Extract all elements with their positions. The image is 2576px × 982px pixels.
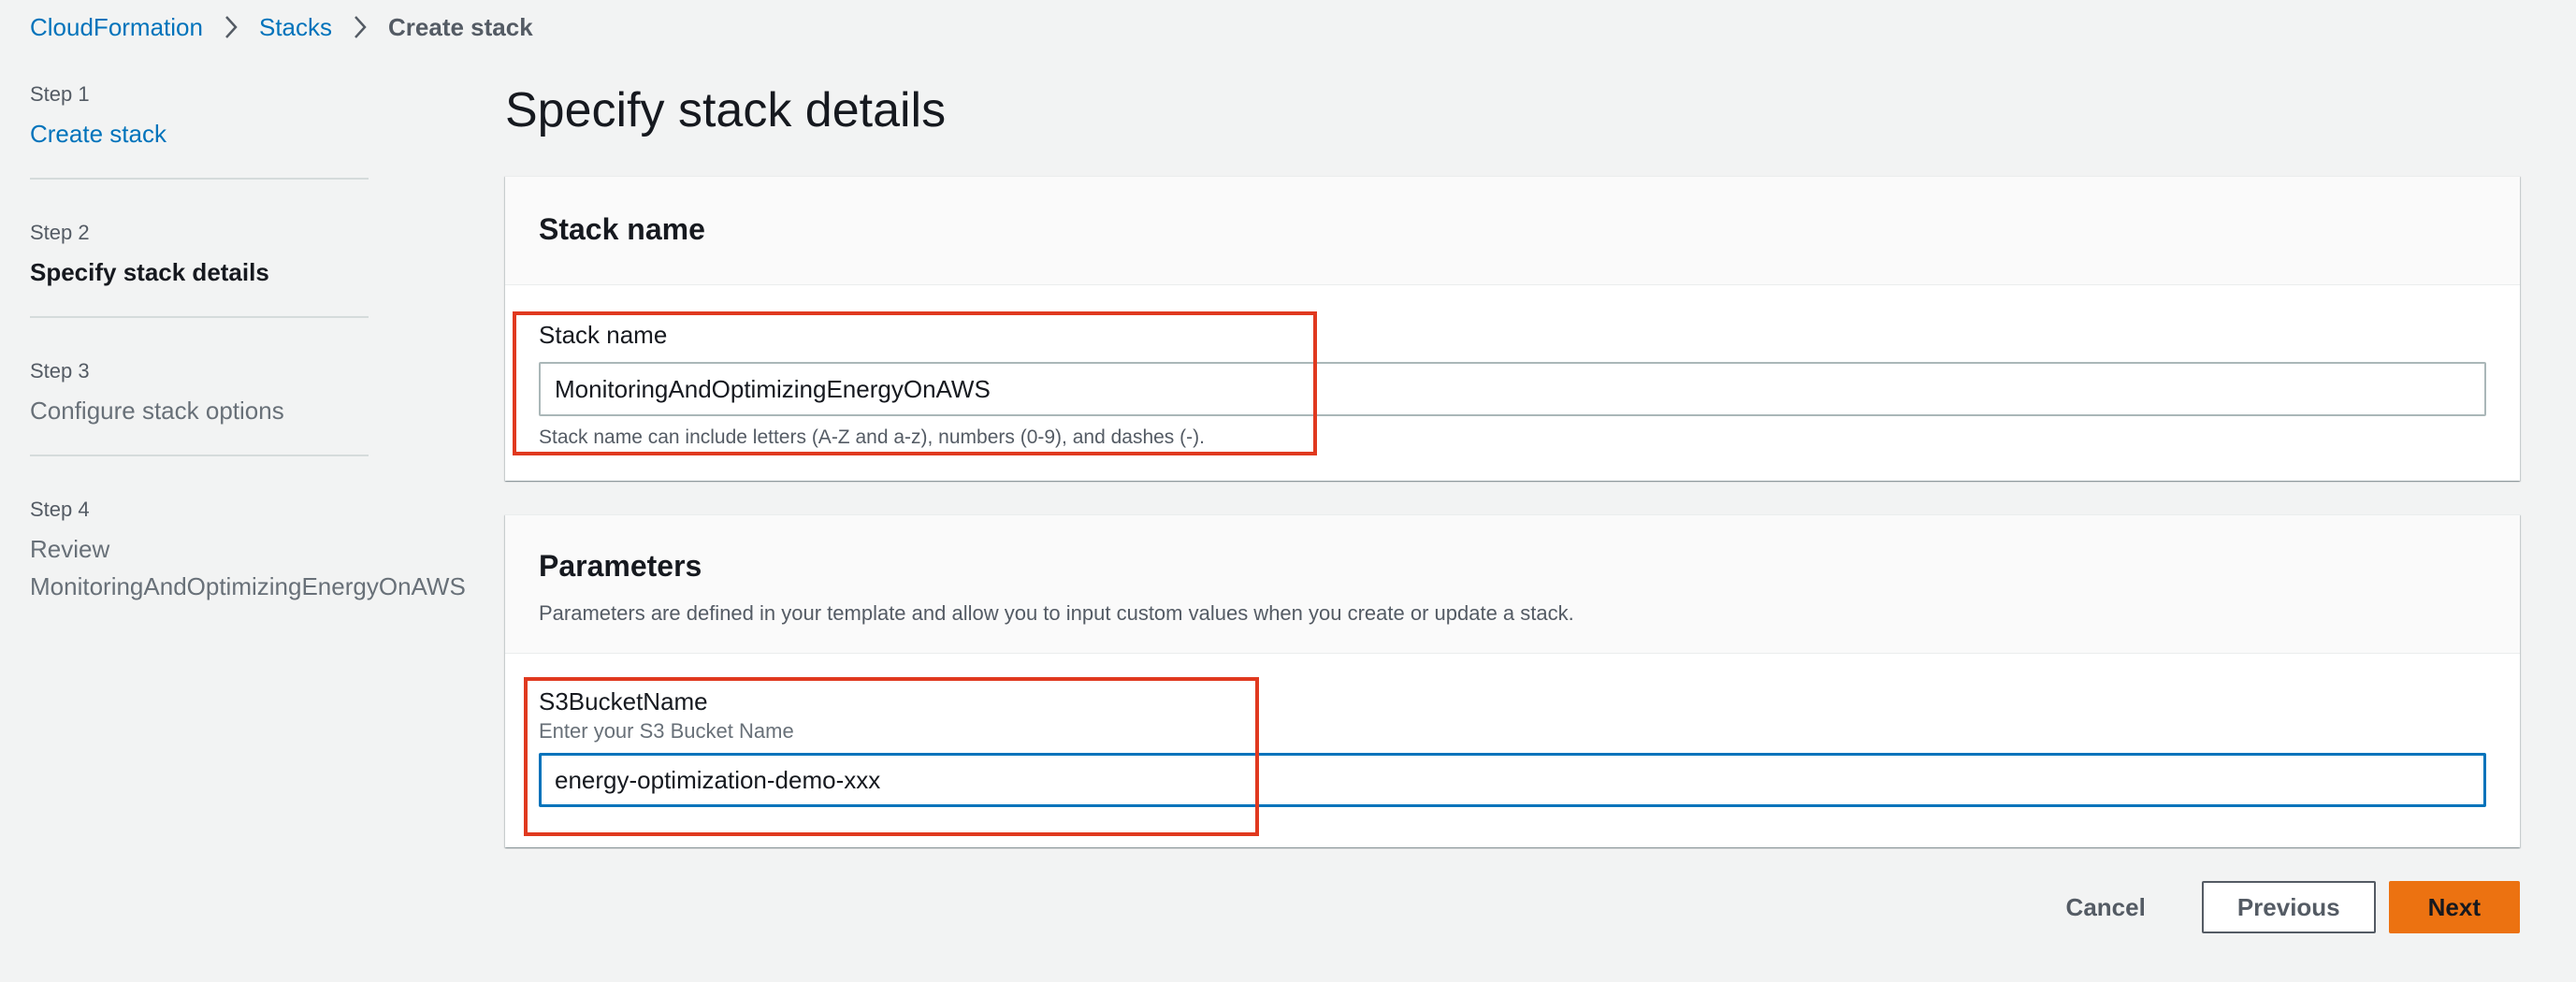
wizard-step-2: Step 2 Specify stack details [30,215,369,318]
next-button[interactable]: Next [2388,881,2520,933]
wizard-actions: Cancel Previous Next [2048,881,2520,933]
page-title: Specify stack details [505,83,947,137]
field-constraint: Stack name can include letters (A-Z and … [539,426,1205,448]
step-title-current: Specify stack details [30,258,269,286]
breadcrumb: CloudFormation Stacks Create stack [30,11,533,43]
previous-button[interactable]: Previous [2201,881,2376,933]
stack-name-field: Stack name MonitoringAndOptimizingEnergy… [539,319,2486,452]
field-label: S3BucketName [539,687,708,715]
breadcrumb-current: Create stack [388,12,533,41]
panel-title: Parameters [539,549,702,583]
panel-title: Stack name [539,212,705,246]
step-link-create-stack[interactable]: Create stack [30,116,369,152]
chevron-right-icon [353,15,368,39]
stack-name-panel: Stack name Stack name MonitoringAndOptim… [505,176,2520,481]
s3-bucket-name-input[interactable]: energy-optimization-demo-xxx [539,753,2486,807]
step-number: Step 4 [30,498,90,521]
cancel-button[interactable]: Cancel [2048,881,2164,933]
panel-header: Stack name [505,177,2520,285]
step-number: Step 3 [30,359,90,383]
field-label: Stack name [539,321,668,349]
wizard-step-1: Step 1 Create stack [30,77,369,180]
breadcrumb-cloudformation[interactable]: CloudFormation [30,13,203,42]
panel-header: Parameters Parameters are defined in you… [505,515,2520,654]
parameters-panel: Parameters Parameters are defined in you… [505,514,2520,847]
step-title: Configure stack options [30,397,284,425]
step-subtitle: MonitoringAndOptimizingEnergyOnAWS [30,572,466,600]
wizard-step-4: Step 4 Review MonitoringAndOptimizingEne… [30,492,466,630]
breadcrumb-stacks[interactable]: Stacks [259,13,332,42]
panel-description: Parameters are defined in your template … [539,601,1574,625]
stack-name-input[interactable]: MonitoringAndOptimizingEnergyOnAWS [539,362,2486,416]
wizard-step-3: Step 3 Configure stack options [30,354,369,456]
step-title: Review [30,535,110,563]
wizard-navigation: Step 1 Create stack Step 2 Specify stack… [30,77,466,666]
step-number: Step 2 [30,221,90,244]
step-number: Step 1 [30,82,90,106]
chevron-right-icon [224,15,239,39]
s3-bucket-name-field: S3BucketName Enter your S3 Bucket Name e… [539,686,2486,807]
field-description: Enter your S3 Bucket Name [539,719,794,743]
